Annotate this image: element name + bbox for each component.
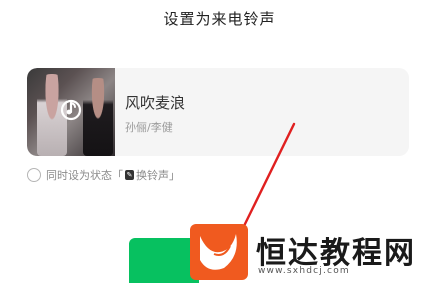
confirm-button[interactable] [129,238,199,283]
watermark-logo [190,224,248,280]
watermark-url: www.sxhdcj.com [258,266,350,276]
